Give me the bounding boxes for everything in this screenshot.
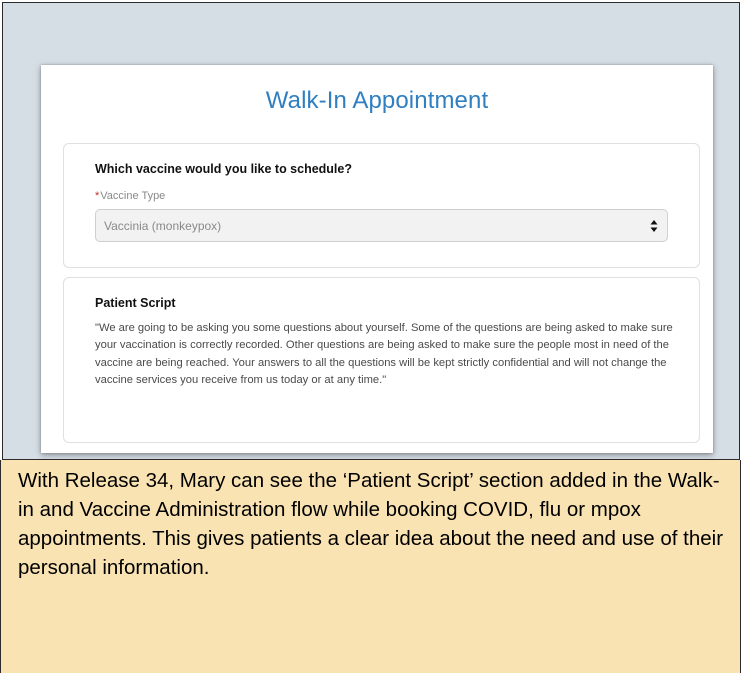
page-frame: Walk-In Appointment Which vaccine would … xyxy=(0,0,743,673)
walk-in-appointment-card: Walk-In Appointment Which vaccine would … xyxy=(41,65,713,453)
up-down-arrows-icon xyxy=(649,217,659,235)
vaccine-type-select[interactable]: Vaccinia (monkeypox) xyxy=(95,209,668,242)
vaccine-selection-section: Which vaccine would you like to schedule… xyxy=(63,143,700,268)
caption-box: With Release 34, Mary can see the ‘Patie… xyxy=(0,460,741,673)
vaccine-type-label-text: Vaccine Type xyxy=(100,190,166,202)
patient-script-heading: Patient Script xyxy=(95,296,176,310)
vaccine-question-heading: Which vaccine would you like to schedule… xyxy=(95,162,352,176)
app-screenshot: Walk-In Appointment Which vaccine would … xyxy=(2,2,740,460)
required-marker: * xyxy=(95,190,100,202)
vaccine-type-label: *Vaccine Type xyxy=(95,190,165,202)
page-title: Walk-In Appointment xyxy=(265,87,489,114)
caption-text: With Release 34, Mary can see the ‘Patie… xyxy=(18,469,724,579)
patient-script-text: "We are going to be asking you some ques… xyxy=(95,322,673,387)
vaccine-type-selected-value: Vaccinia (monkeypox) xyxy=(104,219,222,233)
patient-script-section: Patient Script "We are going to be askin… xyxy=(63,277,700,443)
